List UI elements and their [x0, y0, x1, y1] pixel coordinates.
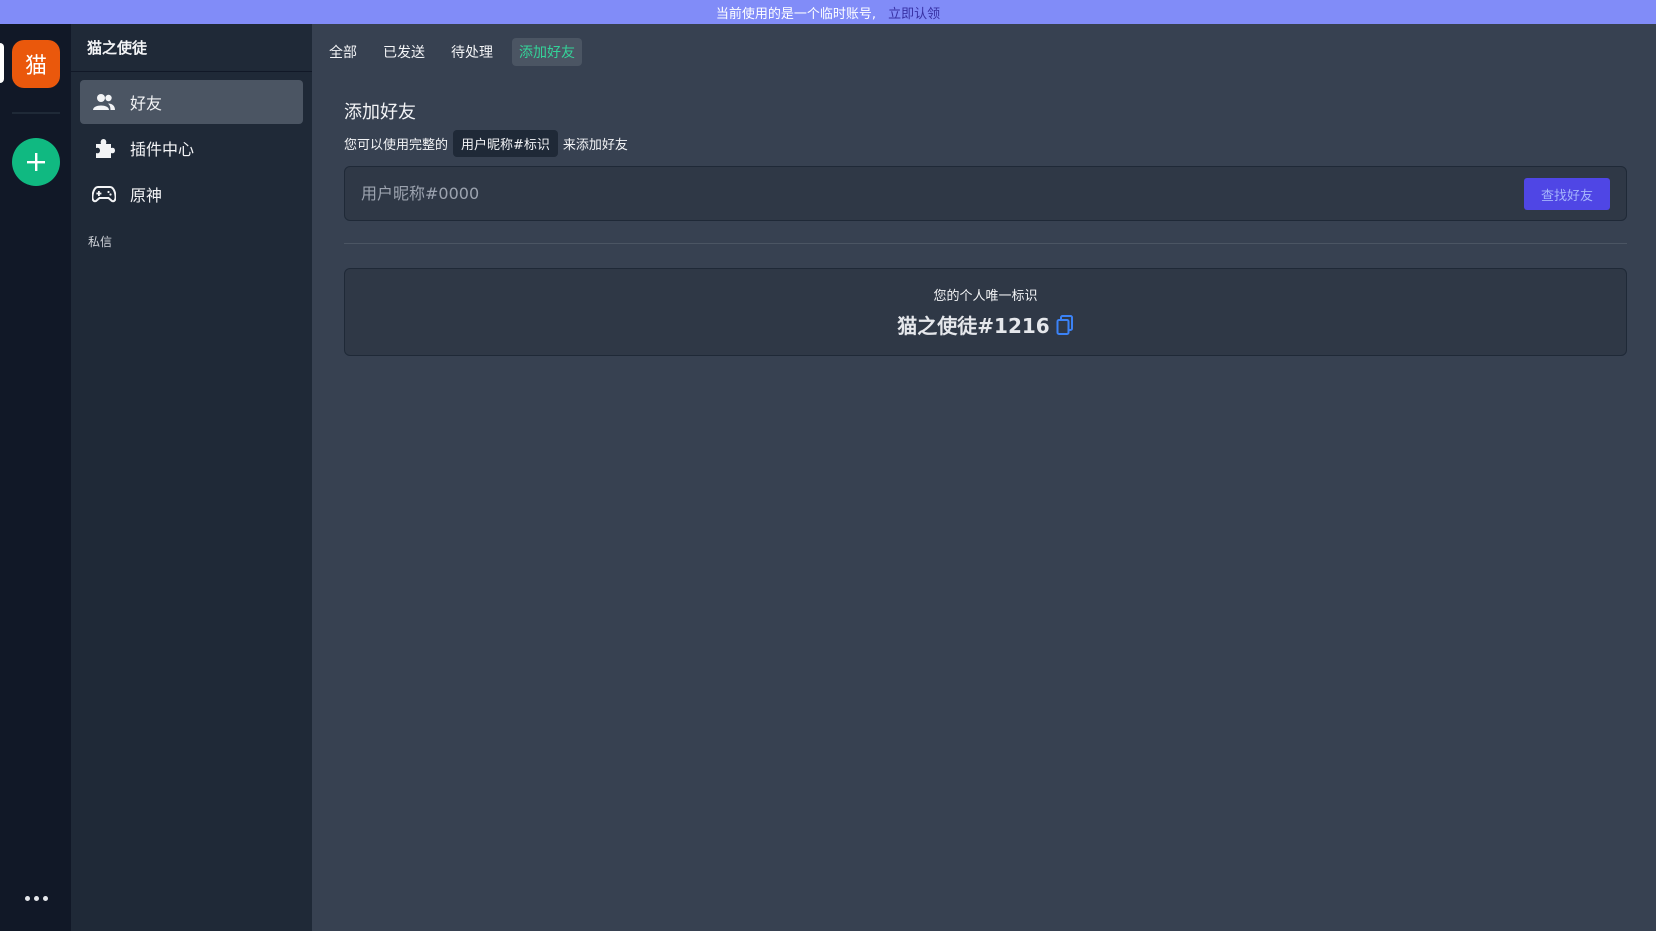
plus-icon [27, 153, 45, 171]
identity-value-row: 猫之使徒#1216 [897, 310, 1073, 339]
direct-messages-label: 私信 [88, 235, 113, 249]
claim-account-link[interactable]: 立即认领 [888, 3, 940, 22]
nav-item-label: 好友 [130, 94, 163, 113]
tab-pending[interactable]: 待处理 [444, 38, 500, 66]
nav-item-label: 原神 [130, 186, 163, 205]
friends-tabs: 全部 已发送 待处理 添加好友 [322, 38, 582, 66]
gamepad-icon [92, 182, 116, 206]
nav-item-friends[interactable]: 好友 [80, 80, 303, 124]
description-suffix: 来添加好友 [562, 138, 628, 153]
section-divider [344, 243, 1627, 244]
add-server-button[interactable] [12, 138, 60, 186]
banner-message: 当前使用的是一个临时账号, [715, 6, 877, 22]
find-friend-button[interactable]: 查找好友 [1524, 178, 1610, 210]
main-content: 全部 已发送 待处理 添加好友 添加好友 您可以使用完整的 用户昵称#标识 来添… [312, 24, 1656, 931]
identity-value: 猫之使徒#1216 [897, 314, 1050, 338]
identity-card: 您的个人唯一标识 猫之使徒#1216 [344, 268, 1627, 356]
friend-search-input[interactable] [345, 167, 1445, 220]
friend-search-box: 查找好友 [344, 166, 1627, 221]
server-initial: 猫 [24, 54, 47, 79]
active-server-indicator [0, 43, 4, 83]
nav-item-genshin[interactable]: 原神 [80, 172, 303, 216]
add-friend-description: 您可以使用完整的 用户昵称#标识 来添加好友 [344, 130, 628, 157]
identity-label: 您的个人唯一标识 [933, 289, 1038, 304]
description-prefix: 您可以使用完整的 [344, 138, 449, 153]
server-rail: 猫 [0, 24, 71, 931]
tab-sent[interactable]: 已发送 [376, 38, 432, 66]
puzzle-icon [92, 136, 116, 160]
nav-item-label: 插件中心 [130, 140, 195, 159]
copy-icon[interactable] [1056, 314, 1074, 335]
temporary-account-banner: 当前使用的是一个临时账号, 立即认领 [0, 0, 1656, 24]
users-icon [92, 90, 116, 114]
nav-item-plugin-center[interactable]: 插件中心 [80, 126, 303, 170]
panel-title: 猫之使徒 [71, 24, 312, 72]
tab-all[interactable]: 全部 [322, 38, 364, 66]
rail-divider [12, 112, 60, 114]
username-format-tag: 用户昵称#标识 [453, 130, 558, 157]
more-options-icon[interactable] [18, 886, 54, 910]
tab-add-friend[interactable]: 添加好友 [512, 38, 582, 66]
channel-panel: 猫之使徒 好友 插件中心 原神 私信 [71, 24, 312, 931]
server-avatar[interactable]: 猫 [12, 40, 60, 88]
add-friend-title: 添加好友 [344, 102, 416, 123]
